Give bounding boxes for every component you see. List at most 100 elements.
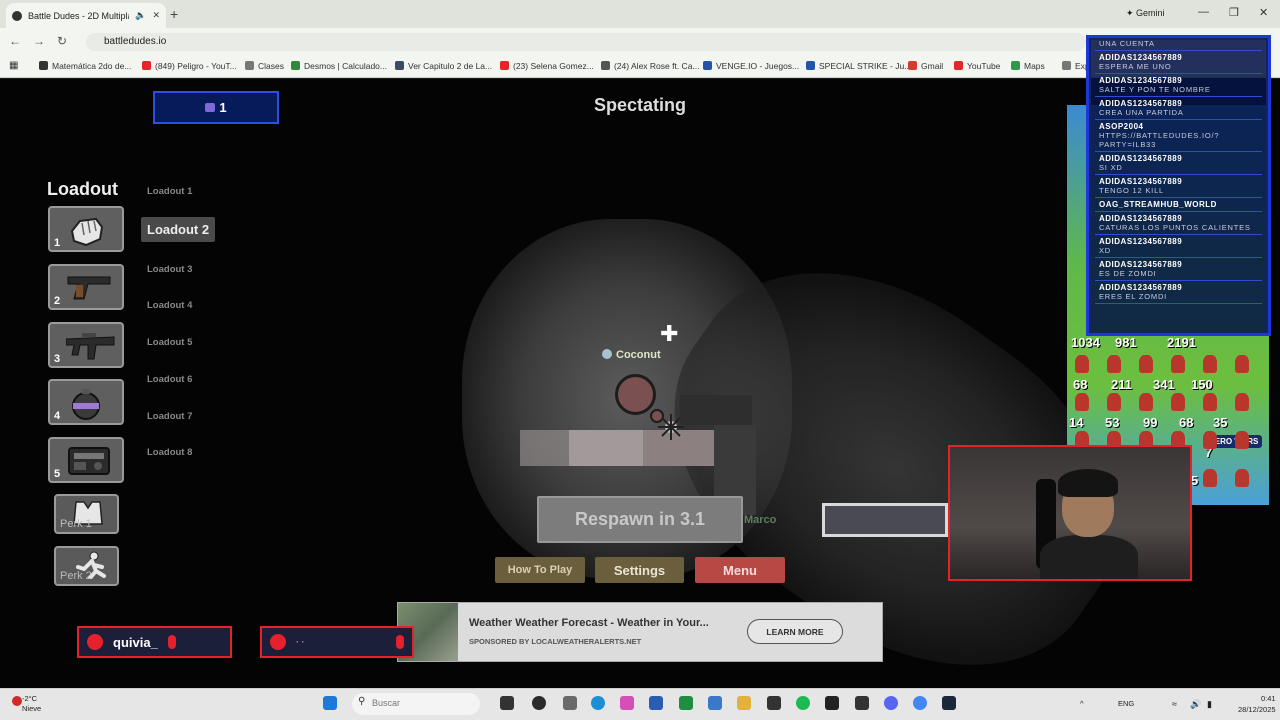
app-icon[interactable] xyxy=(532,696,546,710)
volume-icon[interactable]: 🔊 xyxy=(1190,699,1201,710)
bookmark-label: Ver Capitulo 2 de La... xyxy=(408,61,493,71)
chat-text: SALTE Y PON TE NOMBRE xyxy=(1099,85,1211,94)
restore-icon[interactable]: ❐ xyxy=(1229,6,1239,19)
chat-message: OAG_STREAMHUB_WORLD xyxy=(1089,199,1268,210)
chat-username: ADIDAS1234567889 xyxy=(1099,99,1183,108)
discord-icon[interactable] xyxy=(884,696,898,710)
app-icon[interactable] xyxy=(855,696,869,710)
gemini-button[interactable]: ✦ Gemini xyxy=(1126,8,1165,19)
troop-sprite xyxy=(1075,393,1089,411)
bookmark-item[interactable]: YouTube xyxy=(954,61,1000,71)
loadout-6[interactable]: Loadout 6 xyxy=(147,374,192,385)
perk-2[interactable]: Perk 2 xyxy=(54,546,119,586)
steam-icon[interactable] xyxy=(942,696,956,710)
how-to-play-button[interactable]: How To Play xyxy=(495,557,585,583)
speaker-icon[interactable]: 🔈 xyxy=(135,10,146,21)
chat-username: ADIDAS1234567889 xyxy=(1099,76,1183,85)
slot-1-fist[interactable]: 1 xyxy=(48,206,124,252)
new-tab-icon[interactable]: + xyxy=(170,6,178,22)
reload-icon[interactable]: ↻ xyxy=(57,34,67,48)
wifi-icon[interactable]: ≈ xyxy=(1172,699,1177,709)
bookmark-item[interactable]: (24) Alex Rose ft. Ca... xyxy=(601,61,700,71)
bookmark-item[interactable]: Matemática 2do de... xyxy=(39,61,131,71)
bookmark-label: YouTube xyxy=(967,61,1001,71)
battery-icon[interactable]: ▮ xyxy=(1207,699,1212,710)
party-chat-box[interactable]: 1 xyxy=(153,91,279,124)
loadout-3[interactable]: Loadout 3 xyxy=(147,264,192,275)
slot-4-grenade[interactable]: 4 xyxy=(48,379,124,425)
loadout-8[interactable]: Loadout 8 xyxy=(147,447,192,458)
copilot-icon[interactable] xyxy=(620,696,634,710)
chat-message: ADIDAS1234567889 CATURAS LOS PUNTOS CALIE… xyxy=(1089,213,1268,233)
menu-button[interactable]: Menu xyxy=(695,557,785,583)
edge-icon[interactable] xyxy=(591,696,605,710)
apps-icon[interactable]: ▦ xyxy=(9,60,18,71)
weapon-effect-icon xyxy=(658,414,684,440)
forward-icon[interactable]: → xyxy=(33,34,45,48)
chrome-icon[interactable] xyxy=(913,696,927,710)
minimize-icon[interactable]: — xyxy=(1198,6,1209,18)
bookmark-item[interactable]: SPECIAL STRIKE - Ju... xyxy=(806,61,911,71)
slot-5-gadget[interactable]: 5 xyxy=(48,437,124,483)
file-explorer-icon[interactable] xyxy=(737,696,751,710)
windows-start-icon[interactable] xyxy=(323,696,337,710)
streamer-name-tag-2: · · xyxy=(260,626,414,658)
loadout-4[interactable]: Loadout 4 xyxy=(147,300,192,311)
slot-2-pistol[interactable]: 2 xyxy=(48,264,124,310)
search-icon: ⚲ xyxy=(358,696,366,707)
chat-username: ADIDAS1234567889 xyxy=(1099,154,1183,163)
hero-wars-number: 5 xyxy=(1191,473,1199,488)
hero-wars-number: 341 xyxy=(1153,377,1175,392)
store-icon[interactable] xyxy=(649,696,663,710)
bookmark-item[interactable]: Ver Capitulo 2 de La... xyxy=(395,61,492,71)
bookmark-item[interactable]: VENGE.IO - Juegos... xyxy=(703,61,799,71)
url-field[interactable]: battledudes.io xyxy=(86,33,1086,51)
task-view-icon[interactable] xyxy=(500,696,514,710)
loadout-7[interactable]: Loadout 7 xyxy=(147,411,192,422)
loadout-title: Loadout xyxy=(47,179,118,199)
bookmark-item[interactable]: Maps xyxy=(1011,61,1045,71)
app-icon[interactable] xyxy=(767,696,781,710)
chat-message: ADIDAS1234567889 ESPERA ME UNO xyxy=(1089,52,1268,72)
app-icon[interactable] xyxy=(825,696,839,710)
slot-3-smg[interactable]: 3 xyxy=(48,322,124,368)
loadout-1[interactable]: Loadout 1 xyxy=(147,186,192,197)
bookmark-item[interactable]: (23) Selena Gomez... xyxy=(500,61,594,71)
app-icon[interactable] xyxy=(708,696,722,710)
weather-widget[interactable]: -2°C Nieve xyxy=(12,694,41,714)
loadout-2-selected[interactable]: Loadout 2 xyxy=(141,217,216,242)
language-indicator[interactable]: ENG xyxy=(1118,699,1134,708)
taskbar xyxy=(0,688,1280,720)
bookmark-item[interactable]: Desmos | Calculado... xyxy=(291,61,387,71)
weather-ad[interactable]: Weather Weather Forecast - Weather in Yo… xyxy=(397,602,883,662)
app-icon[interactable] xyxy=(563,696,577,710)
bookmark-favicon-icon xyxy=(39,61,48,70)
bookmark-label: Maps xyxy=(1024,61,1045,71)
excel-icon[interactable] xyxy=(679,696,693,710)
taskbar-clock[interactable]: 0:41 28/12/2025 xyxy=(1238,693,1276,715)
tab-battle-dudes[interactable]: Battle Dudes - 2D Multipla 🔈 ✕ xyxy=(6,3,166,28)
bookmark-favicon-icon xyxy=(601,61,610,70)
back-icon[interactable]: ← xyxy=(9,34,21,48)
bookmark-item[interactable]: Clases xyxy=(245,61,284,71)
learn-more-button[interactable]: LEARN MORE xyxy=(747,619,843,644)
chat-username: ADIDAS1234567889 xyxy=(1099,53,1183,62)
streamer-name: quivia_ xyxy=(113,634,158,650)
troop-sprite xyxy=(1203,393,1217,411)
clock-time: 0:41 xyxy=(1260,694,1276,703)
floor-tile xyxy=(569,430,643,466)
settings-button[interactable]: Settings xyxy=(595,557,684,583)
close-tab-icon[interactable]: ✕ xyxy=(152,10,160,21)
window-close-icon[interactable]: ✕ xyxy=(1259,6,1268,19)
taskbar-search[interactable]: ⚲ Buscar xyxy=(352,693,480,715)
spotify-icon[interactable] xyxy=(796,696,810,710)
webcam-overlay xyxy=(948,445,1192,581)
tab-bar: Battle Dudes - 2D Multipla 🔈 ✕ + ✦ Gemin… xyxy=(0,0,1280,28)
loadout-5[interactable]: Loadout 5 xyxy=(147,337,192,348)
chat-divider xyxy=(1095,211,1262,212)
bookmark-item[interactable]: (849) Peligro - YouT... xyxy=(142,61,237,71)
perk-1[interactable]: Perk 1 xyxy=(54,494,119,534)
bookmark-item[interactable]: Gmail xyxy=(908,61,943,71)
hero-wars-number: 1034 xyxy=(1071,335,1100,350)
chevron-up-icon[interactable]: ^ xyxy=(1080,699,1084,708)
